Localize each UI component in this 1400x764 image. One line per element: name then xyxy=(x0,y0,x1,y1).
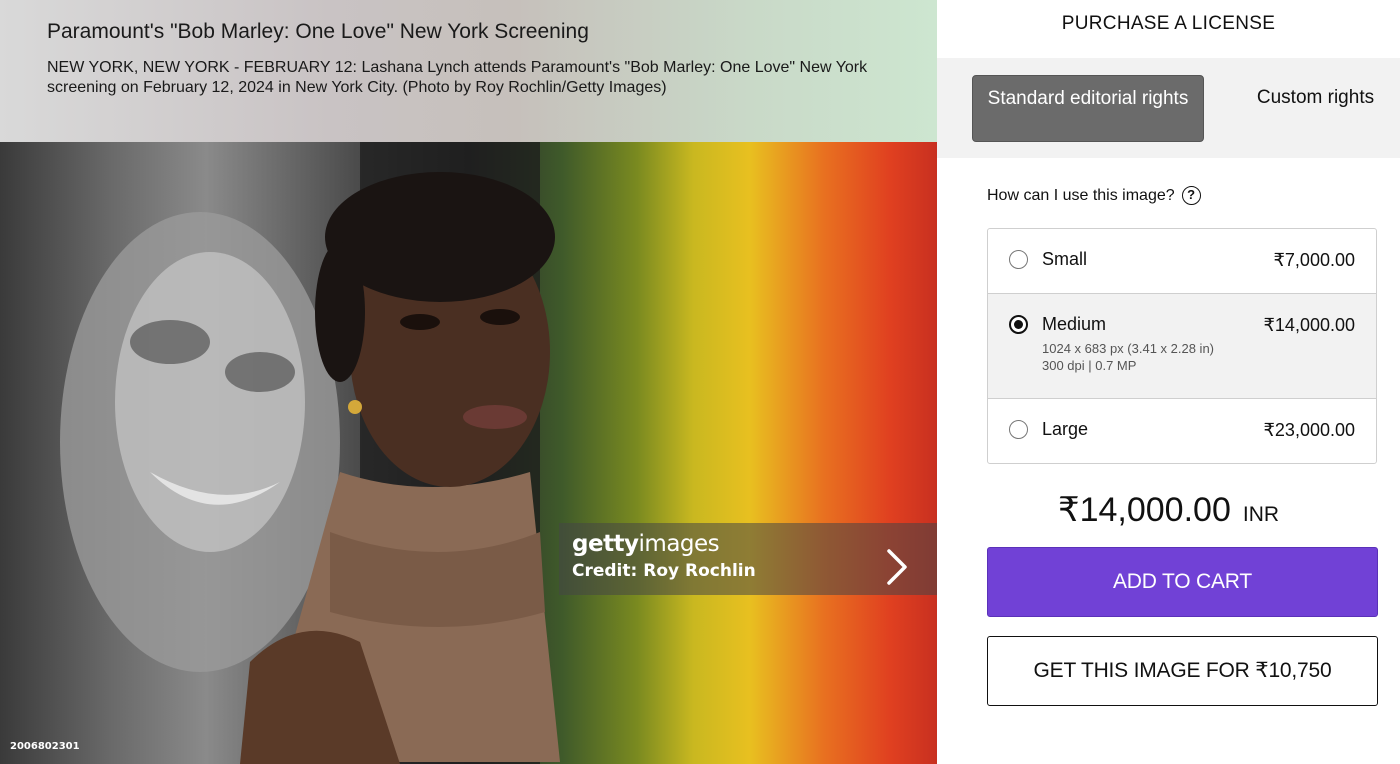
total-currency: INR xyxy=(1242,503,1280,526)
size-medium-resolution: 300 dpi | 0.7 MP xyxy=(1042,358,1137,373)
size-option-large[interactable]: Large ₹23,000.00 xyxy=(988,399,1376,463)
get-this-image-button[interactable]: GET THIS IMAGE FOR ₹10,750 xyxy=(987,636,1378,706)
total-price: ₹14,000.00 INR xyxy=(937,490,1400,530)
image-panel: Paramount's "Bob Marley: One Love" New Y… xyxy=(0,0,937,764)
caption-bar: Paramount's "Bob Marley: One Love" New Y… xyxy=(0,0,937,142)
size-option-medium[interactable]: Medium ₹14,000.00 1024 x 683 px (3.41 x … xyxy=(988,294,1376,399)
rights-tabs: Standard editorial rights Custom rights xyxy=(937,58,1400,158)
image-title: Paramount's "Bob Marley: One Love" New Y… xyxy=(47,20,589,43)
getty-logo: gettyimages xyxy=(572,531,720,557)
size-medium-label: Medium xyxy=(1042,314,1107,334)
tab-custom-rights[interactable]: Custom rights xyxy=(1237,75,1394,142)
usage-question-text: How can I use this image? xyxy=(987,186,1175,204)
image-description: NEW YORK, NEW YORK - FEBRUARY 12: Lashan… xyxy=(47,59,868,96)
question-circle-icon[interactable]: ? xyxy=(1181,186,1201,205)
size-medium-price: ₹14,000.00 xyxy=(1263,315,1355,335)
usage-question: How can I use this image? ? xyxy=(987,186,1201,205)
size-option-small[interactable]: Small ₹7,000.00 xyxy=(988,229,1376,294)
purchase-panel: PURCHASE A LICENSE Standard editorial ri… xyxy=(937,0,1400,764)
total-amount: ₹14,000.00 xyxy=(1057,491,1231,529)
size-large-radio[interactable] xyxy=(1009,420,1028,439)
size-options: Small ₹7,000.00 Medium ₹14,000.00 1024 x… xyxy=(987,228,1377,464)
size-large-label: Large xyxy=(1042,419,1089,439)
size-small-radio[interactable] xyxy=(1009,250,1028,269)
editorial-photo[interactable]: gettyimages Credit: Roy Rochlin xyxy=(0,142,937,764)
size-small-label: Small xyxy=(1042,249,1088,269)
photo-credit: Credit: Roy Rochlin xyxy=(572,561,756,581)
size-medium-dimensions: 1024 x 683 px (3.41 x 2.28 in) xyxy=(1042,341,1215,356)
size-large-price: ₹23,000.00 xyxy=(1263,420,1355,440)
photo-illustration xyxy=(60,142,560,764)
purchase-heading: PURCHASE A LICENSE xyxy=(1061,13,1276,34)
tab-standard-editorial-rights[interactable]: Standard editorial rights xyxy=(972,75,1204,142)
size-medium-radio[interactable] xyxy=(1009,315,1028,334)
image-id: 2006802301 xyxy=(10,741,80,752)
size-small-price: ₹7,000.00 xyxy=(1273,250,1355,270)
getty-watermark: gettyimages Credit: Roy Rochlin xyxy=(559,523,937,595)
chevron-right-icon[interactable] xyxy=(885,549,909,585)
add-to-cart-button[interactable]: ADD TO CART xyxy=(987,547,1378,617)
